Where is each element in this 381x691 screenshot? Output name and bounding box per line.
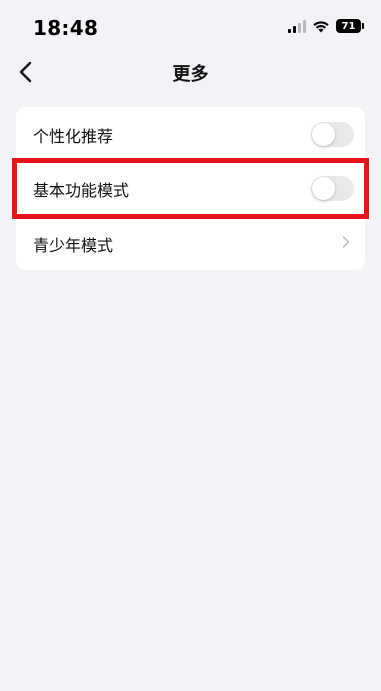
status-time: 18:48 (33, 16, 99, 40)
battery-icon: 71 (336, 19, 364, 33)
nav-bar: 更多 (0, 52, 381, 94)
toggle-knob (312, 177, 335, 200)
status-bar: 18:48 71 (0, 0, 381, 52)
personalized-recommendation-row[interactable]: 个性化推荐 (16, 107, 365, 161)
settings-card: 个性化推荐 基本功能模式 青少年模式 (16, 107, 365, 270)
row-label: 青少年模式 (33, 236, 114, 255)
toggle-knob (312, 123, 335, 146)
basic-function-mode-toggle[interactable] (311, 176, 354, 201)
cellular-signal-icon (288, 19, 306, 33)
chevron-right-icon (342, 236, 350, 248)
teen-mode-row[interactable]: 青少年模式 (16, 216, 365, 270)
row-label: 基本功能模式 (33, 181, 130, 200)
basic-function-mode-row[interactable]: 基本功能模式 (16, 161, 365, 215)
personalized-recommendation-toggle[interactable] (311, 122, 354, 147)
page-title: 更多 (172, 64, 209, 85)
status-icons: 71 (288, 19, 364, 33)
wifi-icon (313, 20, 329, 32)
row-label: 个性化推荐 (33, 127, 114, 146)
